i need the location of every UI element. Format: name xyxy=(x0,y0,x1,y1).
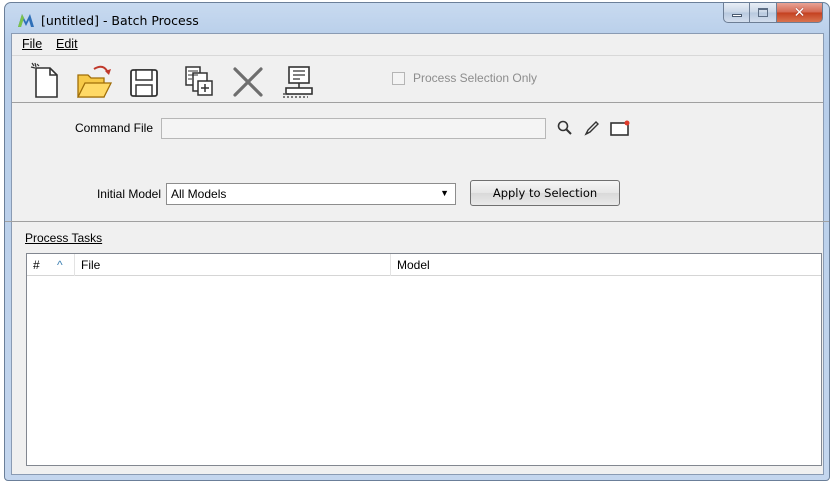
maximize-icon xyxy=(758,8,768,17)
initial-model-select[interactable]: All Models ▼ xyxy=(166,183,456,205)
minimize-icon xyxy=(732,14,742,17)
column-header-model[interactable]: Model xyxy=(391,254,821,276)
window-title: [untitled] - Batch Process xyxy=(41,13,199,28)
copy-add-icon xyxy=(185,66,213,96)
caption-buttons: ✕ xyxy=(723,3,823,24)
menu-file-label: File xyxy=(22,37,43,51)
new-button[interactable] xyxy=(24,61,64,101)
close-button[interactable]: ✕ xyxy=(777,3,823,23)
save-disk-icon xyxy=(130,69,158,97)
process-selection-only-checkbox[interactable] xyxy=(392,71,405,85)
chevron-down-icon: ▼ xyxy=(440,188,449,198)
new-file-icon xyxy=(30,62,58,98)
column-model-label: Model xyxy=(397,258,430,272)
title-bar[interactable]: [untitled] - Batch Process ✕ xyxy=(5,3,829,33)
sort-ascending-icon: ^ xyxy=(57,258,63,272)
search-icon[interactable] xyxy=(556,119,574,137)
process-button[interactable] xyxy=(278,61,318,101)
list-header: # ^ File Model xyxy=(27,254,821,276)
menu-edit-label: Edit xyxy=(56,37,78,51)
column-file-label: File xyxy=(81,258,101,272)
delete-x-icon xyxy=(233,67,263,97)
column-number-label: # xyxy=(33,258,40,272)
open-button[interactable] xyxy=(74,61,114,101)
process-tasks-label-text: Process Tasks xyxy=(25,231,103,245)
process-selection-only-label: Process Selection Only xyxy=(413,71,538,85)
edit-pencil-icon[interactable] xyxy=(583,119,601,137)
open-folder-icon xyxy=(76,65,113,98)
save-button[interactable] xyxy=(124,61,164,101)
initial-model-value: All Models xyxy=(171,187,227,201)
delete-button[interactable] xyxy=(228,61,268,101)
command-file-label: Command File xyxy=(74,121,153,135)
batch-process-window: [untitled] - Batch Process ✕ File Edit P… xyxy=(4,2,830,481)
apply-to-selection-button[interactable]: Apply to Selection xyxy=(470,180,620,206)
divider xyxy=(5,221,829,222)
command-file-input[interactable] xyxy=(161,118,546,139)
column-header-number[interactable]: # ^ xyxy=(27,254,75,276)
column-header-file[interactable]: File xyxy=(75,254,391,276)
process-tasks-label: Process Tasks xyxy=(25,231,102,245)
process-computer-icon xyxy=(283,66,313,98)
menu-bar: File Edit xyxy=(12,34,823,54)
menu-file[interactable]: File xyxy=(22,37,42,51)
new-command-file-icon[interactable] xyxy=(609,119,631,137)
microstation-app-icon xyxy=(18,14,34,27)
menu-edit[interactable]: Edit xyxy=(56,37,78,51)
process-tasks-list[interactable]: # ^ File Model xyxy=(26,253,822,466)
initial-model-label: Initial Model xyxy=(96,187,161,201)
toolbar: Process Selection Only xyxy=(12,55,823,103)
close-icon: ✕ xyxy=(793,4,806,20)
minimize-button[interactable] xyxy=(723,3,750,23)
maximize-button[interactable] xyxy=(750,3,777,23)
process-selection-only-checkbox-group[interactable]: Process Selection Only xyxy=(392,71,537,85)
add-task-button[interactable] xyxy=(178,61,218,101)
